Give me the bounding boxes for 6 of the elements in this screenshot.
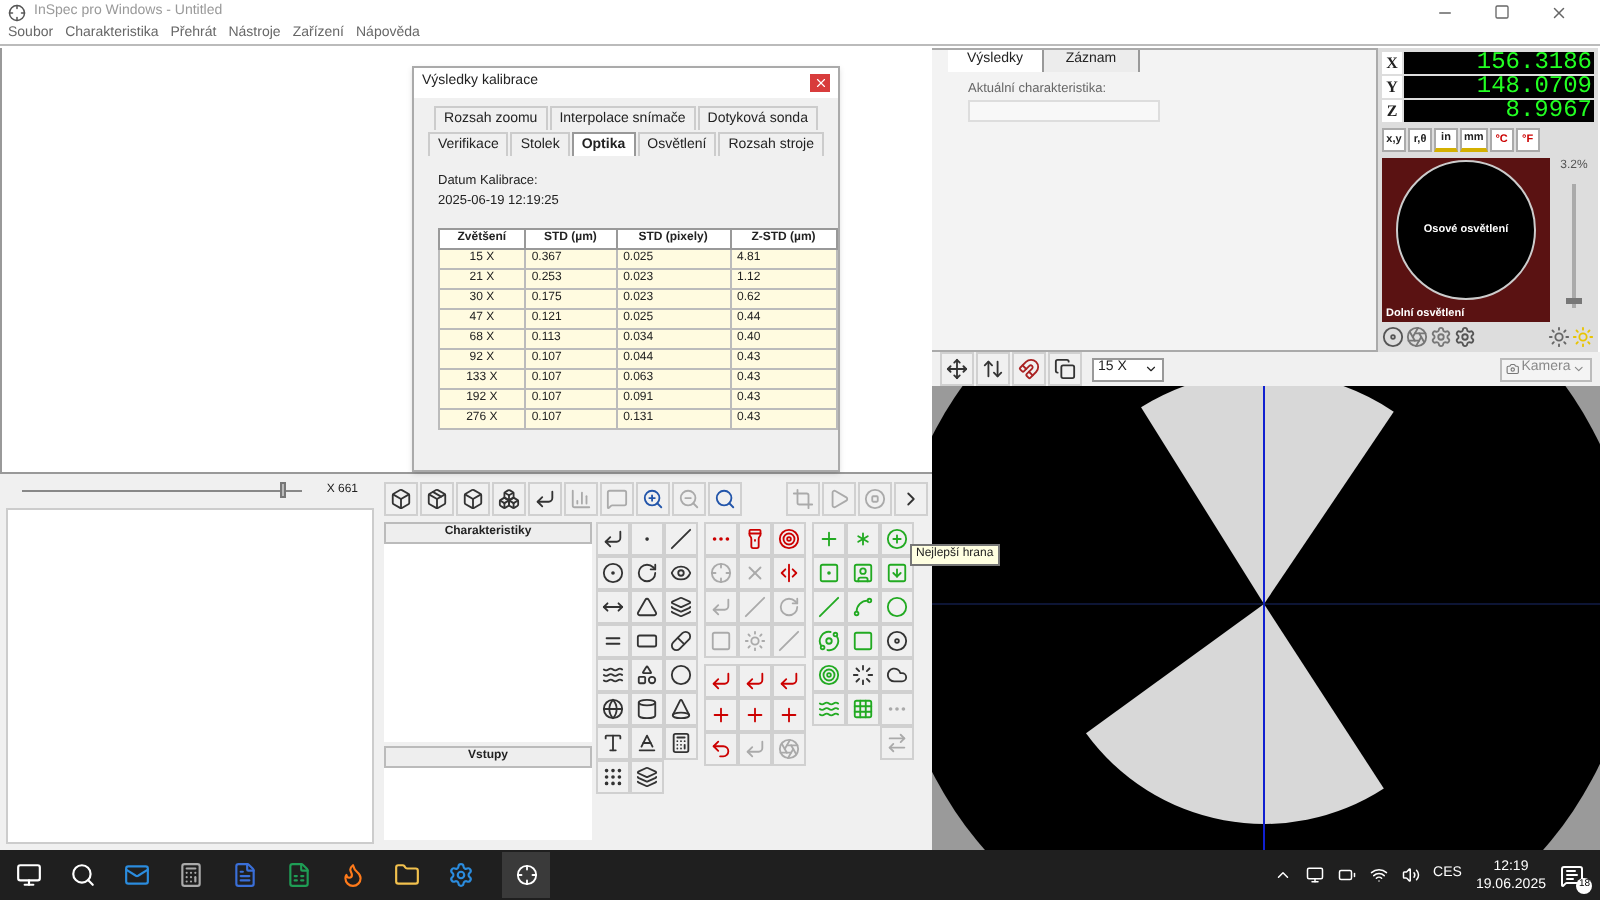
axis-readout: 148.0709 [1404,76,1594,98]
axis-label: Z [1382,100,1402,122]
axis-readout: 156.3186 [1404,52,1594,74]
axis-label: X [1382,52,1402,74]
axis-label: Y [1382,76,1402,98]
axis-readout: 8.9967 [1404,100,1594,122]
